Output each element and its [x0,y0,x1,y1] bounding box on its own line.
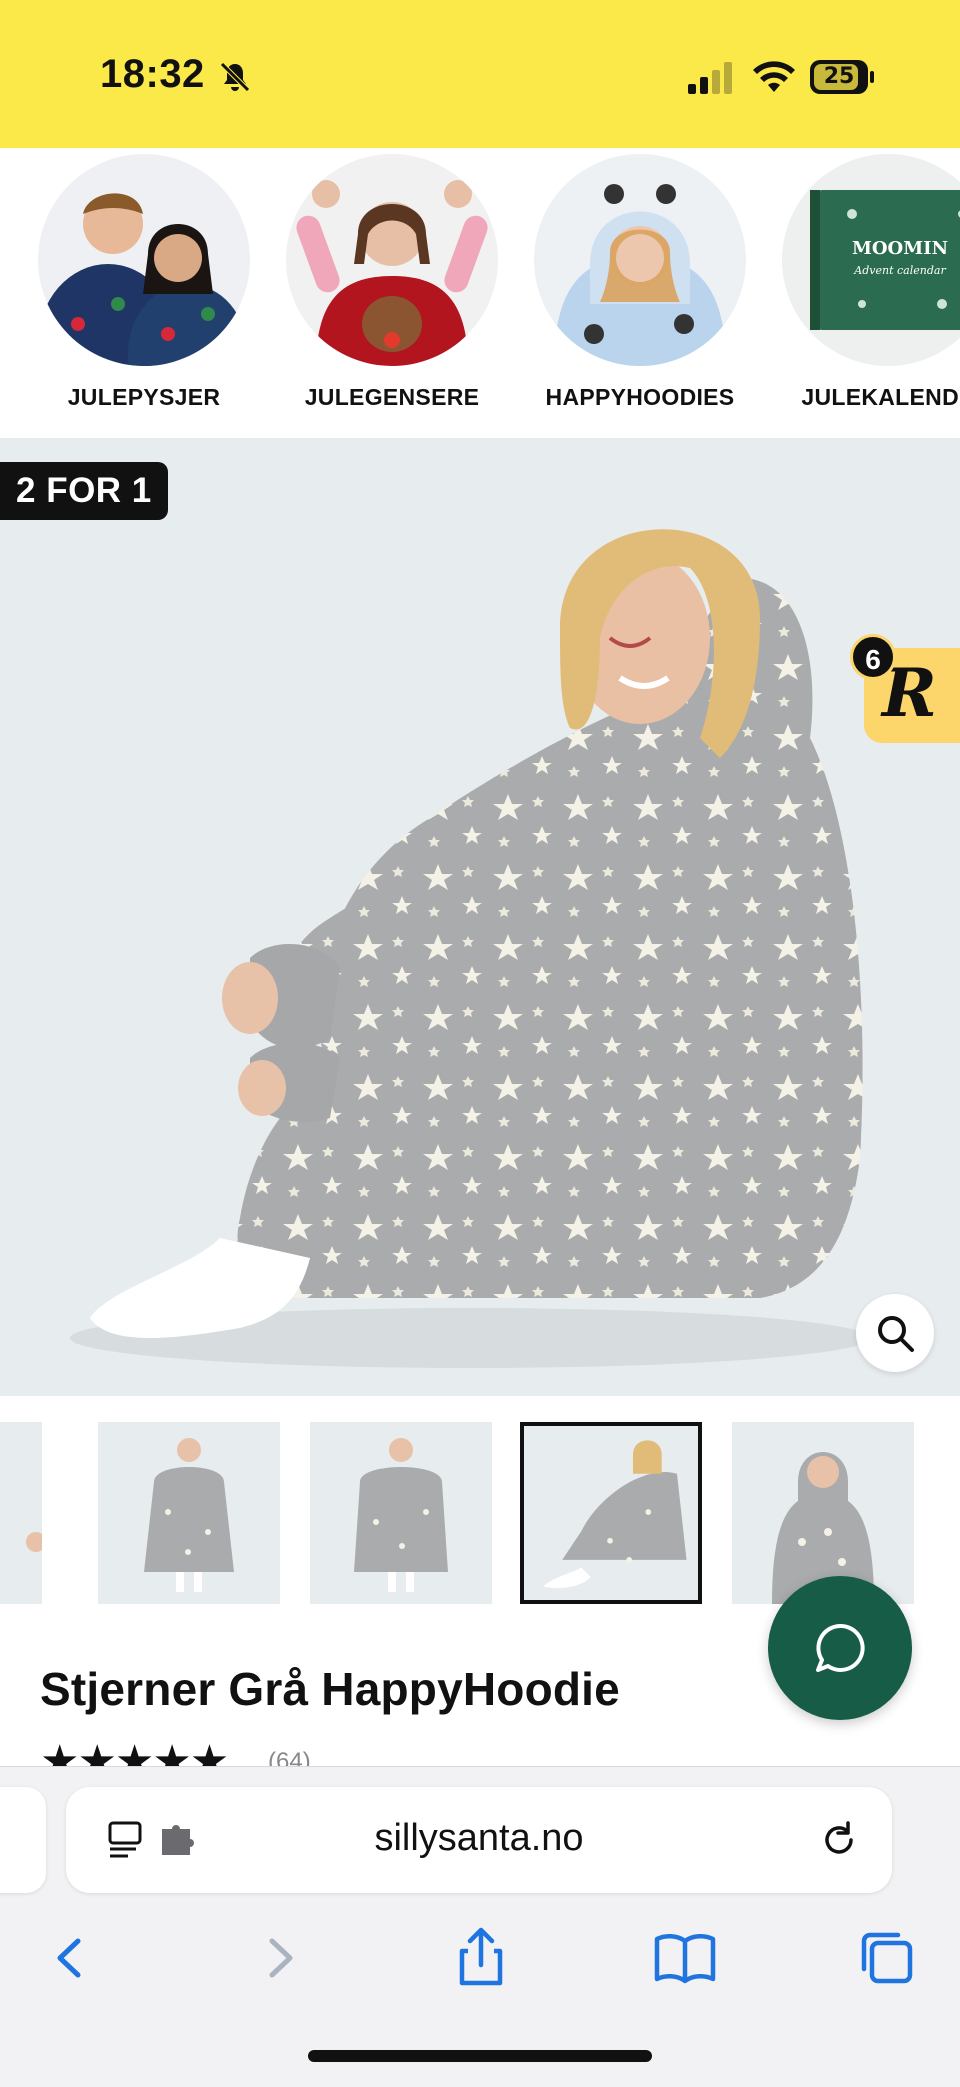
previous-tab-peek[interactable] [0,1787,46,1893]
battery-level: 25 [823,64,855,89]
back-arrow-icon[interactable] [36,1923,106,1993]
address-bar[interactable]: sillysanta.no [66,1787,892,1893]
category-julepysjer[interactable]: JULEPYSJER [8,148,250,438]
category-label[interactable]: JULEKALENDE [752,384,960,411]
category-julekalender[interactable]: MOOMIN Advent calendar JULEKALENDE [752,148,960,438]
category-carousel[interactable]: JULEPYSJER JULEGENSERE HAPPYHOODIES MOOM… [0,148,960,438]
battery-icon: 25 [810,60,874,94]
category-image-julekalender[interactable]: MOOMIN Advent calendar [782,154,960,366]
bookmarks-icon[interactable] [650,1923,720,1993]
cellular-signal-icon [688,62,732,94]
star-icons: ★★★★★ [40,1736,228,1766]
promo-badge: 2 FOR 1 [0,462,168,520]
zoom-button[interactable] [856,1294,934,1372]
chat-button[interactable] [768,1576,912,1720]
status-bar: 18:32 25 [0,0,960,148]
category-image-julegensere[interactable] [286,154,498,366]
status-time: 18:32 [100,52,205,96]
silent-bell-icon [220,62,250,92]
thumb-3[interactable] [520,1422,702,1604]
share-icon[interactable] [446,1923,516,1993]
forward-arrow-icon[interactable] [244,1923,314,1993]
thumb-partial[interactable] [0,1422,42,1604]
reload-icon[interactable] [818,1819,860,1861]
product-hero-image[interactable]: 2 FOR 1 R 6 [0,438,960,1396]
magnifier-icon [878,1316,914,1352]
category-image-happyhoodies[interactable] [534,154,746,366]
product-title: Stjerner Grå HappyHoodie [40,1663,620,1715]
browser-toolbar: sillysanta.no [0,1766,960,2087]
product-photo [70,529,870,1368]
home-indicator [308,2050,652,2062]
rewards-count-badge: 6 [850,634,896,680]
category-label[interactable]: HAPPYHOODIES [504,384,776,411]
category-label[interactable]: JULEPYSJER [8,384,280,411]
category-happyhoodies[interactable]: HAPPYHOODIES [504,148,746,438]
category-julegensere[interactable]: JULEGENSERE [256,148,498,438]
thumb-1[interactable] [98,1422,280,1604]
category-label[interactable]: JULEGENSERE [256,384,528,411]
category-image-julepysjer[interactable] [38,154,250,366]
rating-stars[interactable]: ★★★★★ [40,1736,227,1766]
thumb-2[interactable] [310,1422,492,1604]
wifi-icon [753,61,795,92]
url-text[interactable]: sillysanta.no [66,1817,892,1860]
thumb-4[interactable] [732,1422,914,1604]
svg-text:Advent calendar: Advent calendar [853,264,946,277]
tabs-icon[interactable] [852,1923,922,1993]
svg-text:MOOMIN: MOOMIN [852,238,948,259]
chat-bubble-icon [816,1623,865,1672]
